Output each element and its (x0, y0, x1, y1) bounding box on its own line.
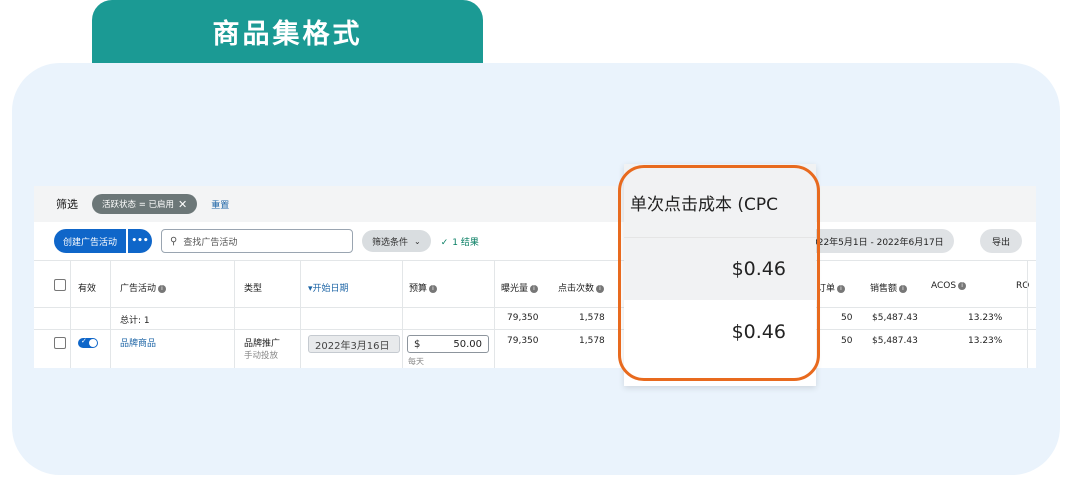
header-acos-label: ACOS (931, 281, 957, 291)
row-sales: $5,487.43 (872, 336, 918, 346)
total-acos: 13.23% (968, 313, 1003, 323)
check-icon: ✓ (81, 337, 87, 345)
filter-conditions-label: 筛选条件 (372, 237, 409, 248)
select-all-checkbox[interactable] (54, 279, 66, 291)
action-bar: 创建广告活动 ••• ⚲ 查找广告活动 筛选条件 ⌄ ✓ 1 结果 022年5月1… (34, 222, 1036, 260)
result-count: ✓ 1 结果 (441, 235, 479, 248)
highlight-ring (618, 165, 820, 381)
table-row: ✓ 品牌商品 品牌推广 手动投放 2022年3月16日 $ 50.00 每天 7… (34, 330, 1036, 368)
budget-input[interactable]: $ 50.00 (407, 335, 489, 353)
header-type[interactable]: 类型 (244, 281, 262, 294)
info-icon: i (899, 284, 908, 293)
header-impressions-label: 曝光量 (501, 284, 529, 294)
filter-bar: 筛选 活跃状态 = 已启用 ✕ 重置 (34, 186, 1036, 222)
search-icon: ⚲ (170, 235, 178, 247)
filter-chip-label: 活跃状态 = 已启用 (102, 200, 175, 210)
campaign-manager-screenshot: 筛选 活跃状态 = 已启用 ✕ 重置 创建广告活动 ••• ⚲ 查找广告活动 筛… (34, 186, 1036, 368)
row-checkbox[interactable] (54, 337, 66, 349)
header-budget[interactable]: 预算 i (409, 281, 438, 294)
header-active: 有效 (78, 284, 97, 294)
row-orders: 50 (841, 336, 853, 346)
header-budget-label: 预算 (409, 284, 428, 294)
header-sales-label: 销售额 (870, 284, 898, 294)
chevron-down-icon: ⌄ (414, 236, 421, 246)
header-clicks[interactable]: 点击次数 i (558, 281, 605, 294)
header-start-date[interactable]: ▾开始日期 (308, 281, 349, 294)
check-icon: ✓ (440, 237, 449, 248)
table-header: 有效 广告活动 i 类型 ▾开始日期 预算 i 曝光量 i 点击次数 i 订单 i 销售额… (34, 260, 1036, 308)
budget-period: 每天 (408, 357, 424, 366)
header-campaign[interactable]: 广告活动 i (120, 281, 167, 294)
search-placeholder: 查找广告活动 (183, 237, 238, 248)
more-options-button[interactable]: ••• (128, 229, 153, 253)
row-acos: 13.23% (968, 336, 1003, 346)
close-icon[interactable]: ✕ (178, 198, 187, 211)
total-label: 总计: 1 (120, 316, 150, 326)
filter-conditions-button[interactable]: 筛选条件 ⌄ (362, 230, 431, 252)
budget-value: 50.00 (453, 338, 482, 350)
search-input[interactable]: ⚲ 查找广告活动 (161, 229, 354, 253)
header-acos[interactable]: ACOS i (931, 281, 967, 291)
result-count-label: 1 结果 (452, 237, 479, 248)
info-icon: i (530, 284, 539, 293)
targeting-type: 手动投放 (244, 351, 279, 361)
section-tab-title: 商品集格式 (212, 18, 363, 50)
create-campaign-button[interactable]: 创建广告活动 (54, 229, 127, 253)
date-range-button[interactable]: 022年5月1日 - 2022年6月17日 (802, 229, 954, 253)
campaign-type: 品牌推广 (244, 339, 281, 349)
filter-chip[interactable]: 活跃状态 = 已启用 ✕ (92, 194, 198, 214)
row-clicks: 1,578 (579, 336, 605, 346)
export-button[interactable]: 导出 (980, 229, 1023, 253)
header-sales[interactable]: 销售额 i (870, 281, 908, 294)
info-icon: i (596, 284, 605, 293)
total-orders: 50 (841, 313, 853, 323)
filter-label: 筛选 (56, 198, 78, 211)
row-impressions: 79,350 (507, 336, 539, 346)
total-row: 总计: 1 79,350 1,578 50 $5,487.43 13.23% (34, 308, 1036, 330)
info-icon: i (158, 284, 167, 293)
section-tab: 商品集格式 (92, 0, 483, 68)
header-orders[interactable]: 订单 i (817, 281, 846, 294)
info-icon: i (958, 281, 967, 290)
active-toggle[interactable]: ✓ (78, 337, 98, 348)
total-clicks: 1,578 (579, 313, 605, 323)
reset-link[interactable]: 重置 (211, 198, 229, 211)
start-date-field[interactable]: 2022年3月16日 (308, 335, 400, 353)
header-impressions[interactable]: 曝光量 i (501, 281, 539, 294)
header-clicks-label: 点击次数 (558, 284, 595, 294)
total-sales: $5,487.43 (872, 313, 918, 323)
budget-currency: $ (414, 338, 421, 350)
header-start-date-label: 开始日期 (312, 284, 349, 294)
header-campaign-label: 广告活动 (120, 284, 157, 294)
campaign-name-link[interactable]: 品牌商品 (120, 336, 156, 349)
total-impressions: 79,350 (507, 313, 539, 323)
info-icon: i (837, 284, 846, 293)
info-icon: i (429, 284, 438, 293)
